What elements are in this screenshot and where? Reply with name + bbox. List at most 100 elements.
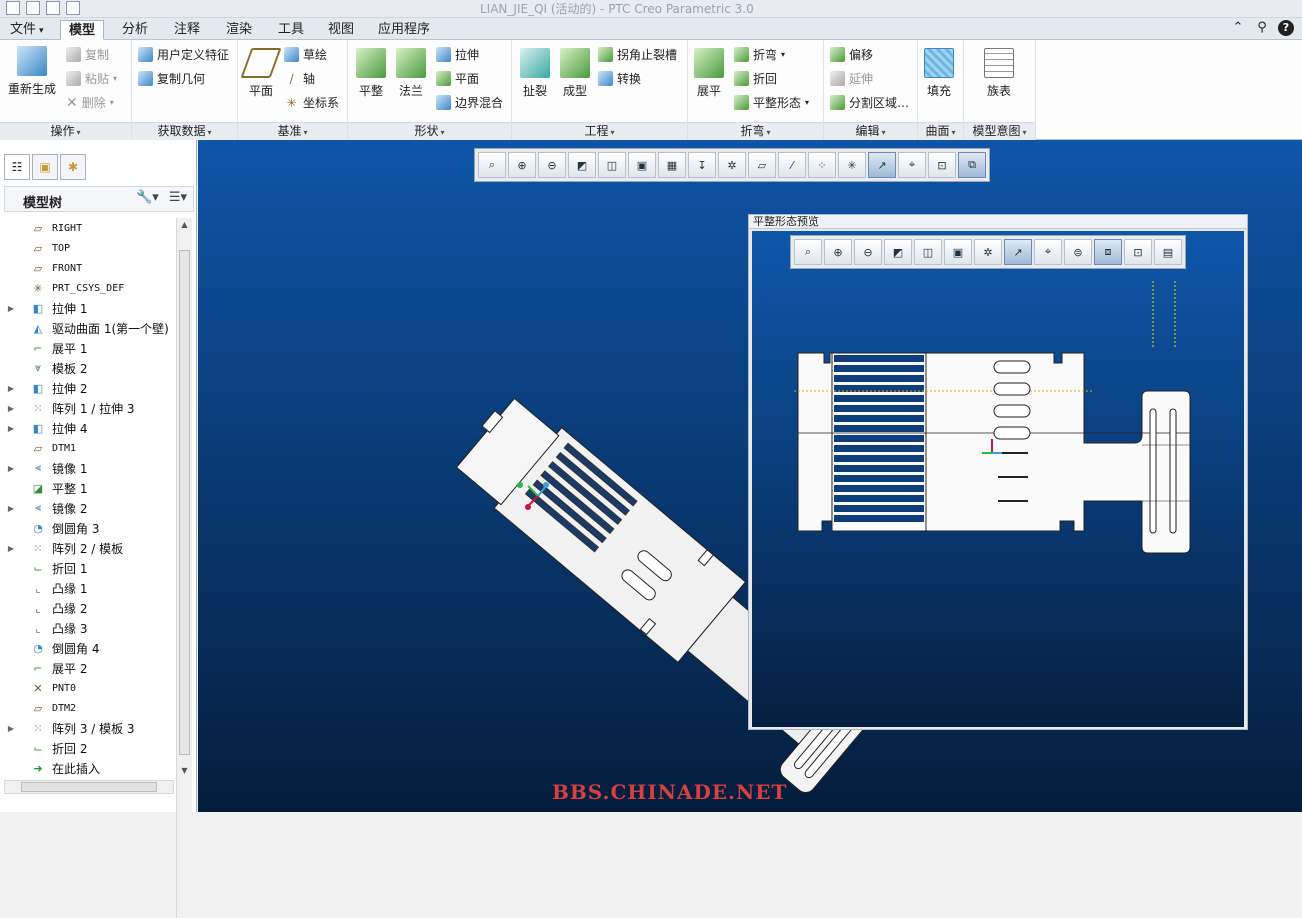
expand-arrow-icon[interactable]: ▶ xyxy=(4,404,18,413)
tree-item[interactable]: ⌞ 凸缘 3 xyxy=(4,618,176,638)
tree-settings-icon[interactable]: 🔧▾ xyxy=(136,190,159,205)
expand-arrow-icon[interactable]: ▶ xyxy=(4,424,18,433)
flange-button[interactable]: 法兰 xyxy=(396,48,426,99)
tree-item[interactable]: ✳ PRT_CSYS_DEF xyxy=(4,278,176,298)
tab-tools[interactable]: 工具 xyxy=(270,20,312,40)
tab-view[interactable]: 视图 xyxy=(320,20,362,40)
tree-item[interactable]: ⩔ 模板 2 xyxy=(4,358,176,378)
tree-item[interactable]: ▱ RIGHT xyxy=(4,218,176,238)
tree-item[interactable]: ◔ 倒圆角 4 xyxy=(4,638,176,658)
form-button[interactable]: 成型 xyxy=(560,48,590,99)
tree-item[interactable]: ◪ 平整 1 xyxy=(4,478,176,498)
group-label-surface[interactable]: 曲面 ▾ xyxy=(918,122,963,140)
tree-item[interactable]: ▶ ⁙ 阵列 3 / 模板 3 xyxy=(4,718,176,738)
flat-button[interactable]: 平整 xyxy=(356,48,386,99)
sketch-button[interactable]: 草绘 xyxy=(284,46,327,63)
undo-icon[interactable] xyxy=(66,1,80,15)
bend-back-button[interactable]: 折回 xyxy=(734,70,777,87)
preview-canvas[interactable]: ⌕ ⊕ ⊖ ◩ ◫ ▣ ✲ ↗ ⌖ ⊜ ⧈ ⊡ ▤ xyxy=(752,231,1244,727)
favorites-tab[interactable]: ✱ xyxy=(60,154,86,180)
csys-button[interactable]: ✳ 坐标系 xyxy=(284,94,339,111)
delete-button[interactable]: ✕ 删除 ▾ xyxy=(66,94,114,111)
save-icon[interactable] xyxy=(46,1,60,15)
group-label-get-data[interactable]: 获取数据 ▾ xyxy=(132,122,237,140)
tab-render[interactable]: 渲染 xyxy=(218,20,260,40)
tab-model[interactable]: 模型 xyxy=(60,20,105,40)
open-icon[interactable] xyxy=(26,1,40,15)
tree-item[interactable]: ➜ 在此插入 xyxy=(4,758,176,778)
model-tree-vertical-scrollbar[interactable]: ▲ ▼ xyxy=(176,218,192,918)
family-table-button[interactable]: 族表 xyxy=(984,48,1014,99)
tree-item[interactable]: ▶ ⁙ 阵列 2 / 模板 xyxy=(4,538,176,558)
tree-item[interactable]: ▶ ◧ 拉伸 2 xyxy=(4,378,176,398)
flat-pattern-preview-window[interactable]: 平整形态预览 ⌕ ⊕ ⊖ ◩ ◫ ▣ ✲ ↗ ⌖ ⊜ ⧈ ⊡ ▤ xyxy=(748,214,1248,730)
copy-button[interactable]: 复制 xyxy=(66,46,109,63)
tree-item[interactable]: ▶ ◧ 拉伸 1 xyxy=(4,298,176,318)
tree-item[interactable]: ▶ ⫷ 镜像 2 xyxy=(4,498,176,518)
group-label-operations[interactable]: 操作 ▾ xyxy=(0,122,131,140)
tree-item[interactable]: ▶ ⫷ 镜像 1 xyxy=(4,458,176,478)
tree-item[interactable]: ◭ 驱动曲面 1(第一个壁) xyxy=(4,318,176,338)
group-label-bend[interactable]: 折弯 ▾ xyxy=(688,122,823,140)
convert-button[interactable]: 转换 xyxy=(598,70,641,87)
search-icon[interactable]: ⚲ xyxy=(1254,20,1270,36)
model-tree-tab[interactable]: ☷ xyxy=(4,154,30,180)
tab-analysis[interactable]: 分析 xyxy=(114,20,156,40)
tree-item[interactable]: ▱ FRONT xyxy=(4,258,176,278)
group-label-engineering[interactable]: 工程 ▾ xyxy=(512,122,687,140)
expand-arrow-icon[interactable]: ▶ xyxy=(4,304,18,313)
group-label-shapes[interactable]: 形状 ▾ xyxy=(348,122,511,140)
help-icon[interactable]: ? xyxy=(1278,20,1294,36)
datum-plane-button[interactable]: 平面 xyxy=(240,48,282,99)
tree-item[interactable]: ⌙ 折回 2 xyxy=(4,738,176,758)
fill-button[interactable]: 填充 xyxy=(924,48,954,99)
tree-item[interactable]: ▶ ◧ 拉伸 4 xyxy=(4,418,176,438)
axis-button[interactable]: / 轴 xyxy=(284,70,315,87)
plane-button[interactable]: 平面 xyxy=(436,70,479,87)
expand-arrow-icon[interactable]: ▶ xyxy=(4,724,18,733)
expand-arrow-icon[interactable]: ▶ xyxy=(4,504,18,513)
graphics-window[interactable]: ⌕ ⊕ ⊖ ◩ ◫ ▣ ▦ ↧ ✲ ▱ ⁄ ⁘ ✳ ↗ ⌖ ⊡ ⧉ 平整形态预览… xyxy=(198,140,1302,812)
copy-geometry-button[interactable]: 复制几何 xyxy=(138,70,205,87)
regenerate-button[interactable]: 重新生成 xyxy=(8,46,56,97)
scroll-thumb[interactable] xyxy=(179,250,190,755)
tree-item[interactable]: ⌞ 凸缘 2 xyxy=(4,598,176,618)
expand-arrow-icon[interactable]: ▶ xyxy=(4,544,18,553)
collapse-ribbon-icon[interactable]: ⌃ xyxy=(1230,20,1246,36)
flat-state-button[interactable]: 平整形态 ▾ xyxy=(734,94,809,111)
group-label-datum[interactable]: 基准 ▾ xyxy=(238,122,347,140)
extend-button[interactable]: 延伸 xyxy=(830,70,873,87)
tree-item[interactable]: ⌐ 展平 1 xyxy=(4,338,176,358)
extrude-button[interactable]: 拉伸 xyxy=(436,46,479,63)
group-label-edit[interactable]: 编辑 ▾ xyxy=(824,122,917,140)
tree-item[interactable]: ▱ DTM2 xyxy=(4,698,176,718)
model-tree-horizontal-scrollbar[interactable] xyxy=(4,780,174,794)
hscroll-thumb[interactable] xyxy=(21,782,157,792)
scroll-down-icon[interactable]: ▼ xyxy=(177,764,192,778)
tree-item[interactable]: ⌐ 展平 2 xyxy=(4,658,176,678)
bend-button[interactable]: 折弯 ▾ xyxy=(734,46,785,63)
unfold-button[interactable]: 展平 xyxy=(694,48,724,99)
expand-arrow-icon[interactable]: ▶ xyxy=(4,384,18,393)
rip-button[interactable]: 扯裂 xyxy=(520,48,550,99)
tree-item[interactable]: ✕ PNT0 xyxy=(4,678,176,698)
boundary-blend-button[interactable]: 边界混合 xyxy=(436,94,503,111)
tree-item[interactable]: ⌙ 折回 1 xyxy=(4,558,176,578)
tree-item[interactable]: ◔ 倒圆角 3 xyxy=(4,518,176,538)
tree-item[interactable]: ▶ ⁙ 阵列 1 / 拉伸 3 xyxy=(4,398,176,418)
tree-item[interactable]: ⌞ 凸缘 1 xyxy=(4,578,176,598)
paste-button[interactable]: 粘贴 ▾ xyxy=(66,70,117,87)
tab-annotate[interactable]: 注释 xyxy=(166,20,208,40)
expand-arrow-icon[interactable]: ▶ xyxy=(4,464,18,473)
tab-file[interactable]: 文件 ▾ xyxy=(2,20,52,40)
tree-item[interactable]: ▱ DTM1 xyxy=(4,438,176,458)
split-area-button[interactable]: 分割区域… xyxy=(830,94,909,111)
tab-applications[interactable]: 应用程序 xyxy=(370,20,438,40)
offset-button[interactable]: 偏移 xyxy=(830,46,873,63)
udf-button[interactable]: 用户定义特征 xyxy=(138,46,229,63)
new-icon[interactable] xyxy=(6,1,20,15)
tree-item[interactable]: ▱ TOP xyxy=(4,238,176,258)
scroll-up-icon[interactable]: ▲ xyxy=(177,218,192,232)
tree-columns-icon[interactable]: ☰▾ xyxy=(169,190,187,205)
group-label-model-intent[interactable]: 模型意图 ▾ xyxy=(964,122,1035,140)
